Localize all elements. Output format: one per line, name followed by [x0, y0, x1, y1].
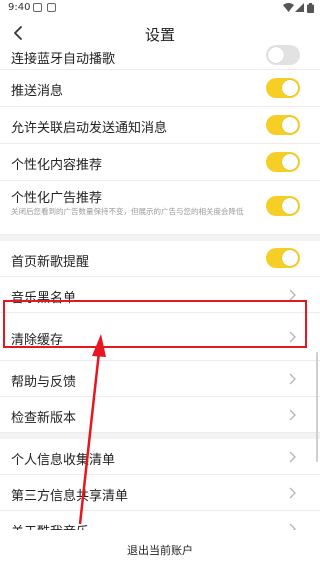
toggle-knob — [282, 117, 298, 133]
wifi-icon — [283, 3, 294, 12]
setting-label: 第三方信息共享清单 — [11, 489, 129, 504]
setting-third-party-share-list[interactable]: 第三方信息共享清单 — [0, 475, 320, 511]
chevron-right-icon — [289, 409, 296, 421]
setting-check-update[interactable]: 检查新版本 — [0, 397, 320, 433]
toggle-knob — [268, 47, 284, 63]
setting-label: 推送消息 — [11, 84, 64, 99]
setting-label: 个人信息收集清单 — [11, 453, 116, 468]
signal-icon — [295, 3, 304, 12]
bluetooth-autoplay-toggle[interactable] — [266, 45, 300, 65]
toggle-knob — [282, 80, 298, 96]
setting-label: 检查新版本 — [11, 411, 77, 426]
setting-personalized-content[interactable]: 个性化内容推荐 — [0, 144, 320, 181]
setting-new-song-reminder[interactable]: 首页新歌提醒 — [0, 241, 320, 277]
status-time: 9:40 — [8, 2, 31, 13]
settings-list: 连接蓝牙自动播歌 推送消息 允许关联启动发送通知消息 个性化内容推荐 个性化广告… — [0, 45, 320, 547]
toggle-knob — [282, 154, 298, 170]
toggle-knob — [282, 250, 298, 266]
setting-linked-launch-notify[interactable]: 允许关联启动发送通知消息 — [0, 107, 320, 144]
setting-label: 允许关联启动发送通知消息 — [11, 121, 168, 136]
push-messages-toggle[interactable] — [266, 78, 300, 98]
setting-label: 帮助与反馈 — [11, 375, 77, 390]
clear-cache-highlight-box — [3, 300, 307, 348]
logout-bar[interactable]: 退出当前账户 — [0, 530, 320, 568]
personalized-content-toggle[interactable] — [266, 152, 300, 172]
new-song-reminder-toggle[interactable] — [266, 248, 300, 268]
app-notification-icon — [33, 3, 42, 12]
scrollbar[interactable] — [316, 352, 318, 462]
chevron-right-icon — [289, 487, 296, 499]
personalized-ads-toggle[interactable] — [266, 196, 300, 216]
battery-icon — [307, 3, 314, 13]
image-notification-icon — [47, 3, 56, 12]
linked-launch-toggle[interactable] — [266, 115, 300, 135]
setting-label: 个性化内容推荐 — [11, 158, 103, 173]
toggle-knob — [282, 198, 298, 214]
setting-personalized-ads[interactable]: 个性化广告推荐 关闭后您看到的广告数量保持不变，但展示的广告与您的相关度会降低 — [0, 181, 320, 235]
setting-label: 连接蓝牙自动播歌 — [11, 52, 116, 67]
setting-bluetooth-autoplay[interactable]: 连接蓝牙自动播歌 — [0, 45, 320, 70]
setting-description: 关闭后您看到的广告数量保持不变，但展示的广告与您的相关度会降低 — [11, 207, 244, 216]
setting-label: 个性化广告推荐 — [11, 191, 103, 206]
status-bar: 9:40 — [0, 0, 320, 16]
setting-push-messages[interactable]: 推送消息 — [0, 70, 320, 107]
chevron-right-icon — [289, 373, 296, 385]
setting-help-feedback[interactable]: 帮助与反馈 — [0, 361, 320, 397]
setting-personal-info-list[interactable]: 个人信息收集清单 — [0, 439, 320, 475]
chevron-right-icon — [289, 451, 296, 463]
logout-button[interactable]: 退出当前账户 — [0, 542, 320, 558]
setting-label: 首页新歌提醒 — [11, 255, 90, 270]
page-title: 设置 — [144, 26, 175, 44]
